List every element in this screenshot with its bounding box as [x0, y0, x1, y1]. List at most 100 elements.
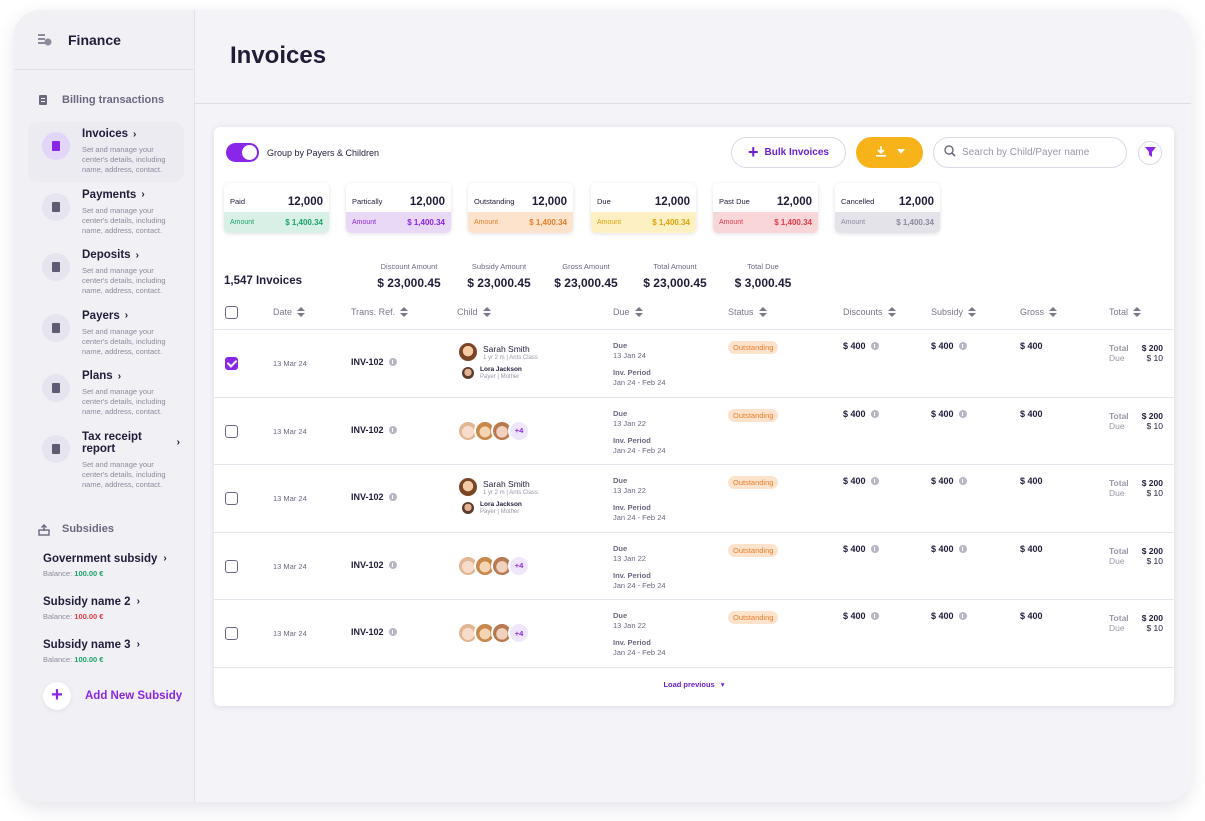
- stat-card[interactable]: Past Due 12,000 Amount $ 1,400.34: [713, 183, 818, 233]
- subsidy-name-text: Government subsidy: [43, 552, 158, 565]
- info-icon[interactable]: [958, 544, 967, 553]
- column-total[interactable]: Total: [1109, 307, 1142, 317]
- due-heading: Due: [613, 476, 628, 485]
- discount-value: $ 23,000.45: [377, 276, 441, 290]
- chevron-right-icon: ›: [136, 596, 140, 607]
- column-label: Trans. Ref.: [351, 307, 396, 317]
- row-ref[interactable]: INV-102: [351, 425, 397, 435]
- chevron-right-icon: ›: [141, 189, 145, 200]
- row-checkbox[interactable]: [225, 492, 238, 505]
- row-checkbox[interactable]: [225, 627, 238, 640]
- download-button[interactable]: [856, 137, 923, 168]
- sidebar-item-desc: Set and manage your center's details, in…: [82, 459, 166, 489]
- table-row[interactable]: 13 Mar 24 INV-102 +4 Due 13 Jan 22 Inv. …: [214, 600, 1174, 668]
- more-children-badge[interactable]: +4: [508, 622, 530, 644]
- info-icon[interactable]: [958, 477, 967, 485]
- column-subsidy[interactable]: Subsidy: [931, 307, 977, 317]
- total-cell: Total $ 200 Due $ 10: [1109, 343, 1163, 363]
- period-heading: Inv. Period: [613, 435, 651, 445]
- info-icon[interactable]: [870, 342, 879, 350]
- due-value: $ 10: [1146, 488, 1163, 498]
- table-row[interactable]: 13 Mar 24 INV-102 Sarah Smith 1 yr 2 m |…: [214, 330, 1174, 398]
- stat-card[interactable]: Outstanding 12,000 Amount $ 1,400.34: [468, 183, 573, 233]
- row-ref[interactable]: INV-102: [351, 357, 397, 367]
- info-icon[interactable]: [870, 544, 879, 553]
- child-cell[interactable]: Sarah Smith 1 yr 2 m | Ants Class Lora J…: [457, 476, 538, 515]
- column-ref[interactable]: Trans. Ref.: [351, 307, 409, 317]
- info-icon[interactable]: [388, 358, 397, 366]
- subsidy-item[interactable]: Subsidy name 3 › Balance: 100.00 €: [43, 639, 194, 664]
- bulk-invoices-button[interactable]: + Bulk Invoices: [731, 137, 846, 168]
- load-previous-button[interactable]: Load previous ▾: [214, 680, 1174, 689]
- payer-name: Lora Jackson: [480, 366, 522, 373]
- sidebar-item-payments[interactable]: Payments › Set and manage your center's d…: [28, 183, 184, 243]
- row-checkbox[interactable]: [225, 424, 238, 438]
- due-date: 13 Jan 22: [613, 553, 646, 563]
- table-row[interactable]: 13 Mar 24 INV-102 +4 Due 13 Jan 22 Inv. …: [214, 533, 1174, 600]
- search-box[interactable]: [933, 137, 1127, 168]
- row-checkbox[interactable]: [225, 357, 238, 370]
- column-child[interactable]: Child: [457, 307, 491, 317]
- column-status[interactable]: Status: [728, 307, 767, 317]
- chevron-right-icon: ›: [124, 310, 129, 321]
- sidebar-item-tax-receipt-report[interactable]: Tax receipt report › Set and manage your …: [28, 425, 184, 489]
- gross-summary: Gross Amount $ 23,000.45: [551, 262, 621, 290]
- table-row[interactable]: 13 Mar 24 INV-102 +4 Due 13 Jan 22 Inv. …: [214, 398, 1174, 465]
- info-icon[interactable]: [870, 409, 879, 418]
- toggle-switch[interactable]: [226, 143, 259, 162]
- stat-name: Outstanding: [474, 197, 515, 206]
- column-label: Discounts: [843, 307, 883, 317]
- column-due[interactable]: Due: [613, 307, 643, 317]
- row-checkbox[interactable]: [225, 559, 238, 573]
- info-icon[interactable]: [870, 477, 879, 485]
- subsidy-item[interactable]: Subsidy name 2 › Balance: 100.00 €: [43, 596, 194, 621]
- column-gross[interactable]: Gross: [1020, 307, 1058, 317]
- due-value: $ 3,000.45: [734, 276, 792, 290]
- info-icon[interactable]: [958, 612, 967, 620]
- row-ref[interactable]: INV-102: [351, 492, 397, 502]
- child-cell[interactable]: Sarah Smith 1 yr 2 m | Ants Class Lora J…: [457, 341, 538, 380]
- info-icon[interactable]: [958, 342, 967, 350]
- discounts-value: $ 400: [843, 611, 866, 621]
- stat-card[interactable]: Partically 12,000 Amount $ 1,400.34: [346, 183, 451, 233]
- info-icon[interactable]: [870, 612, 879, 620]
- label-text: Payers: [82, 309, 120, 322]
- stat-header: Outstanding 12,000: [468, 183, 573, 211]
- subsidy-item[interactable]: Government subsidy › Balance: 100.00 €: [43, 553, 194, 578]
- row-ref[interactable]: INV-102: [351, 627, 397, 637]
- info-icon[interactable]: [388, 425, 397, 434]
- search-input[interactable]: [962, 147, 1122, 158]
- group-toggle[interactable]: Group by Payers & Children: [226, 143, 379, 162]
- column-date[interactable]: Date: [273, 307, 306, 317]
- info-icon[interactable]: [388, 560, 397, 569]
- info-icon[interactable]: [388, 628, 397, 636]
- child-avatars[interactable]: +4: [457, 554, 530, 577]
- billing-nav: Invoices › Set and manage your center's d…: [14, 122, 194, 489]
- due-heading: Due: [613, 408, 628, 418]
- column-discounts[interactable]: Discounts: [843, 307, 896, 317]
- period-heading: Inv. Period: [613, 503, 651, 512]
- sidebar-item-invoices[interactable]: Invoices › Set and manage your center's d…: [28, 122, 184, 182]
- select-all-checkbox[interactable]: [225, 306, 238, 319]
- info-icon[interactable]: [388, 493, 397, 501]
- balance-value: 100.00 €: [74, 611, 104, 621]
- stat-card[interactable]: Due 12,000 Amount $ 1,400.34: [591, 183, 696, 233]
- more-children-badge[interactable]: +4: [508, 419, 530, 442]
- child-avatars[interactable]: +4: [457, 622, 530, 644]
- stat-card[interactable]: Paid 12,000 Amount $ 1,400.34: [224, 183, 329, 233]
- add-subsidy-button[interactable]: + Add New Subsidy: [14, 681, 194, 710]
- filter-button[interactable]: [1138, 141, 1162, 165]
- stat-card[interactable]: Cancelled 12,000 Amount $ 1,400.34: [835, 183, 940, 233]
- table-row[interactable]: 13 Mar 24 INV-102 Sarah Smith 1 yr 2 m |…: [214, 465, 1174, 533]
- row-ref[interactable]: INV-102: [351, 560, 397, 570]
- child-avatars[interactable]: +4: [457, 419, 530, 442]
- sidebar-item-deposits[interactable]: Deposits › Set and manage your center's d…: [28, 243, 184, 303]
- sidebar-item-text: Payers › Set and manage your center's det…: [82, 310, 177, 358]
- more-children-badge[interactable]: +4: [508, 554, 530, 577]
- sidebar-item-payers[interactable]: Payers › Set and manage your center's det…: [28, 304, 184, 364]
- sidebar-item-plans[interactable]: Plans › Set and manage your center's deta…: [28, 364, 184, 424]
- subsidy-cell: $ 400: [931, 476, 967, 486]
- stat-amount-label: Amount: [841, 219, 866, 226]
- info-icon[interactable]: [958, 409, 967, 418]
- discounts-cell: $ 400: [843, 544, 879, 554]
